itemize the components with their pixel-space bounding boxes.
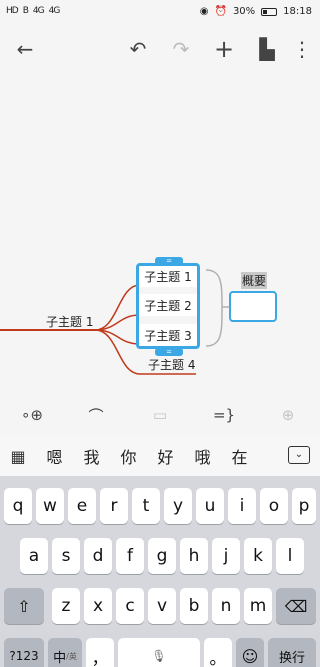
alarm-icon: ⏰ xyxy=(214,6,227,17)
summary-brace xyxy=(205,269,223,347)
candidate-2[interactable]: 我 xyxy=(73,444,110,468)
relationship-button[interactable]: ⌒ xyxy=(82,404,110,426)
soft-keyboard: ▦ 嗯 我 你 好 哦 在 ⌄ q w e r t y u i o p a s … xyxy=(0,436,320,667)
numbers-key[interactable]: ?123 xyxy=(4,638,44,667)
summary-icon: =} xyxy=(212,406,236,424)
key-m[interactable]: m xyxy=(244,588,272,624)
candidate-6[interactable]: 在 xyxy=(221,444,258,468)
key-w[interactable]: w xyxy=(36,488,64,524)
selection-frame xyxy=(136,263,200,349)
battery-percent: 30% xyxy=(232,6,256,17)
key-n[interactable]: n xyxy=(212,588,240,624)
app-screen: HD B 4G 4G ◉ ⏰ 30% 18:18 ← ↶ ↷ + ▙ ⋮ 子主题… xyxy=(0,0,320,667)
topic-node-parent[interactable]: 子主题 1 xyxy=(46,313,93,330)
shift-key[interactable]: ⇧ xyxy=(4,588,44,624)
hd-indicator: HD xyxy=(6,6,19,16)
delete-key[interactable]: ⌫ xyxy=(276,588,316,624)
key-s[interactable]: s xyxy=(52,538,80,574)
subtopic-node-4[interactable]: 子主题 4 xyxy=(148,356,195,373)
note-icon: ▭ xyxy=(152,406,168,424)
key-h[interactable]: h xyxy=(180,538,208,574)
language-key-sub: /英 xyxy=(66,651,77,661)
candidate-4[interactable]: 好 xyxy=(147,444,184,468)
key-v[interactable]: v xyxy=(148,588,176,624)
key-u[interactable]: u xyxy=(196,488,224,524)
key-d[interactable]: d xyxy=(84,538,112,574)
shift-icon: ⇧ xyxy=(17,596,31,616)
relationship-icon: ⌒ xyxy=(88,406,104,425)
undo-button[interactable]: ↶ xyxy=(125,36,151,62)
key-p[interactable]: p xyxy=(292,488,316,524)
summary-label: 概要 xyxy=(241,272,268,289)
key-z[interactable]: z xyxy=(52,588,80,624)
bluetooth-indicator: B xyxy=(22,6,29,16)
key-t[interactable]: t xyxy=(132,488,160,524)
key-c[interactable]: c xyxy=(116,588,144,624)
language-key[interactable]: 中/英 xyxy=(48,638,82,667)
add-topic-button[interactable]: + xyxy=(211,35,237,63)
space-key[interactable]: 🎙 xyxy=(118,638,200,667)
key-y[interactable]: y xyxy=(164,488,192,524)
redo-icon: ↷ xyxy=(172,37,190,61)
more-button[interactable]: ⋮ xyxy=(289,36,315,62)
keyboard-menu-button[interactable]: ▦ xyxy=(0,447,36,466)
mindmap-tools-bar: ∘⊕ ⌒ ▭ =} ⊕ xyxy=(0,394,320,436)
signal-icon-2: 4G xyxy=(48,6,61,16)
key-o[interactable]: o xyxy=(260,488,288,524)
clock: 18:18 xyxy=(283,6,312,17)
resize-handle-top[interactable]: = xyxy=(155,257,183,265)
signal-icon: 4G xyxy=(32,6,45,16)
status-right: ◉ ⏰ 30% 18:18 xyxy=(200,6,312,17)
key-i[interactable]: i xyxy=(228,488,256,524)
mindmap-canvas[interactable]: 子主题 1 子主题 1 子主题 2 子主题 3 = = 子主题 4 概要 xyxy=(0,74,320,394)
key-r[interactable]: r xyxy=(100,488,128,524)
key-k[interactable]: k xyxy=(244,538,272,574)
format-button[interactable]: ▙ xyxy=(254,36,280,62)
status-bar: HD B 4G 4G ◉ ⏰ 30% 18:18 xyxy=(0,0,320,24)
note-button[interactable]: ▭ xyxy=(146,404,174,426)
key-f[interactable]: f xyxy=(116,538,144,574)
candidate-bar: ▦ 嗯 我 你 好 哦 在 ⌄ xyxy=(0,436,320,476)
language-key-label: 中 xyxy=(53,650,67,666)
key-q[interactable]: q xyxy=(4,488,32,524)
plus-icon: + xyxy=(213,35,235,63)
key-e[interactable]: e xyxy=(68,488,96,524)
add-node-icon: ∘⊕ xyxy=(21,406,43,424)
grid-icon: ▦ xyxy=(10,446,26,466)
back-button[interactable]: ← xyxy=(12,36,38,62)
backspace-icon: ⌫ xyxy=(284,596,308,616)
eye-icon: ◉ xyxy=(199,6,209,17)
emoji-icon: ☺ xyxy=(241,646,259,666)
summary-button[interactable]: =} xyxy=(210,404,238,426)
key-b[interactable]: b xyxy=(180,588,208,624)
battery-icon xyxy=(261,7,278,16)
key-a[interactable]: a xyxy=(20,538,48,574)
candidate-1[interactable]: 嗯 xyxy=(36,444,73,468)
back-arrow-icon: ← xyxy=(16,37,34,61)
key-j[interactable]: j xyxy=(212,538,240,574)
enter-key[interactable]: 换行 xyxy=(268,638,316,667)
period-key[interactable]: 。 xyxy=(204,638,232,667)
comma-key[interactable]: ， xyxy=(86,638,114,667)
summary-input-box[interactable] xyxy=(229,291,277,322)
candidate-3[interactable]: 你 xyxy=(110,444,147,468)
top-toolbar: ← ↶ ↷ + ▙ ⋮ xyxy=(0,24,320,74)
chevron-down-icon: ⌄ xyxy=(294,449,304,460)
more-vertical-icon: ⋮ xyxy=(292,37,312,61)
key-l[interactable]: l xyxy=(276,538,304,574)
key-x[interactable]: x xyxy=(84,588,112,624)
emoji-key[interactable]: ☺ xyxy=(236,638,264,667)
undo-icon: ↶ xyxy=(129,37,147,61)
paint-roller-icon: ▙ xyxy=(259,37,275,61)
candidate-5[interactable]: 哦 xyxy=(184,444,221,468)
insert-icon: ⊕ xyxy=(281,406,295,424)
status-left: HD B 4G 4G xyxy=(6,6,61,16)
add-child-button[interactable]: ∘⊕ xyxy=(18,404,46,426)
insert-button[interactable]: ⊕ xyxy=(274,404,302,426)
redo-button[interactable]: ↷ xyxy=(168,36,194,62)
resize-handle-bottom[interactable]: = xyxy=(155,348,183,356)
microphone-icon: 🎙 xyxy=(151,649,167,663)
hide-keyboard-button[interactable]: ⌄ xyxy=(288,446,310,464)
key-g[interactable]: g xyxy=(148,538,176,574)
